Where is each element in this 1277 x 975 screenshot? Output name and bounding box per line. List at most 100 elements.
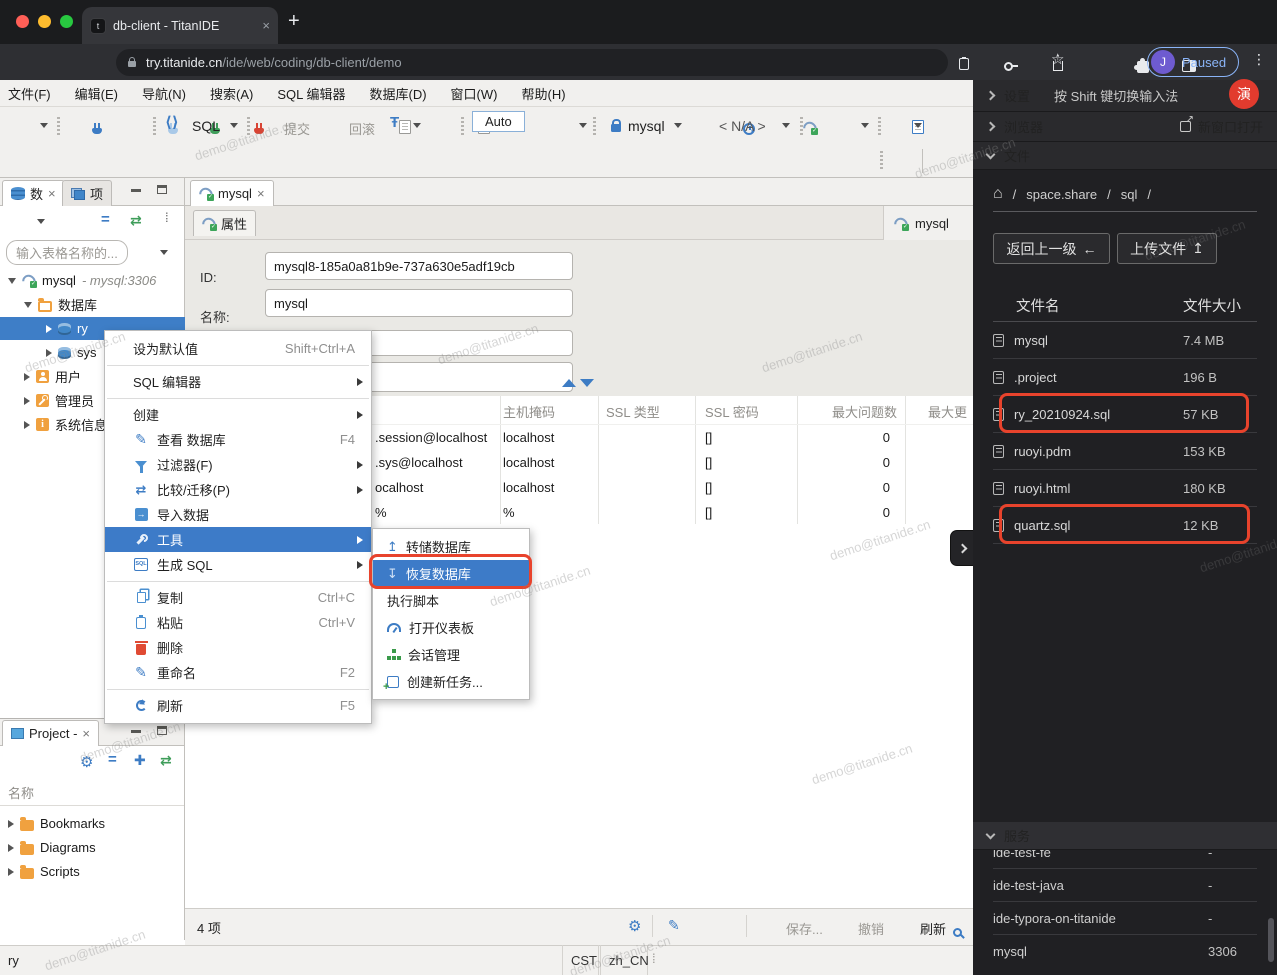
grid-edit-icon[interactable]: ✎ xyxy=(668,917,680,934)
id-field[interactable] xyxy=(265,252,573,280)
file-row-mysql[interactable]: mysql 7.4 MB xyxy=(993,322,1257,359)
browser-kebab-icon[interactable]: ⋮ xyxy=(1252,51,1266,68)
commit-button[interactable]: 提交 xyxy=(284,119,310,138)
menu-item-copy[interactable]: 复制 Ctrl+C xyxy=(105,585,371,610)
grid-cell-host[interactable]: localhost xyxy=(503,455,554,470)
sql-script-icon[interactable]: ⟨⟩ xyxy=(165,113,179,131)
sql-editor-button[interactable]: SQL xyxy=(192,118,220,134)
expander-icon[interactable] xyxy=(24,372,30,381)
tab-databases[interactable]: 数 × xyxy=(2,180,65,206)
project-item-diagrams[interactable]: Diagrams xyxy=(8,836,96,859)
grid-cell-ssl[interactable]: [] xyxy=(705,480,712,495)
tree-connection-row[interactable]: mysql - mysql:3306 xyxy=(8,269,156,292)
tab-close-icon[interactable]: × xyxy=(257,186,265,201)
grid-cell-max[interactable]: 0 xyxy=(830,480,890,495)
tree-databases-folder[interactable]: 数据库 xyxy=(24,293,97,316)
grid-cell-user[interactable]: .sys@localhost xyxy=(375,455,463,470)
key-icon[interactable] xyxy=(1003,59,1018,71)
link-editor-icon[interactable]: ⇄ xyxy=(160,752,172,769)
menu-item-compare-migrate[interactable]: ⇄ 比较/迁移(P) xyxy=(105,477,371,502)
sql-dropdown-icon[interactable] xyxy=(230,123,238,128)
browser-tab[interactable]: t db-client - TitanIDE × xyxy=(82,7,278,44)
profile-button[interactable]: J Paused xyxy=(1147,47,1239,77)
tab-close-icon[interactable]: × xyxy=(48,186,56,201)
menu-item-sql-editor[interactable]: SQL 编辑器 xyxy=(105,369,371,394)
file-row-ry-sql[interactable]: ry_20210924.sql 57 KB xyxy=(993,396,1257,433)
tab-projects[interactable]: 项 xyxy=(62,180,113,206)
transaction-mode-icon[interactable]: Ŧ xyxy=(390,114,399,131)
menu-help[interactable]: 帮助(H) xyxy=(521,84,565,103)
panel-connection-dropdown-icon[interactable] xyxy=(37,219,45,224)
grid-cell-host[interactable]: localhost xyxy=(503,480,554,495)
sidebar-files-row[interactable]: 文件 xyxy=(973,142,1277,170)
service-row[interactable]: ide-typora-on-titanide - xyxy=(993,902,1257,935)
menu-navigate[interactable]: 导航(N) xyxy=(142,84,186,103)
active-connection-select[interactable]: mysql xyxy=(628,118,665,134)
undo-button[interactable]: 撤销 xyxy=(858,919,884,938)
menu-database[interactable]: 数据库(D) xyxy=(370,84,427,103)
tab-close-icon[interactable]: × xyxy=(82,726,90,741)
expand-icon[interactable]: ✚ xyxy=(134,752,146,769)
filter-dropdown-icon[interactable] xyxy=(160,250,168,255)
grid-cell-max[interactable]: 0 xyxy=(830,455,890,470)
grid-cell-user[interactable]: % xyxy=(375,505,387,520)
collapse-all-icon[interactable]: = xyxy=(108,751,117,768)
bookmark-star-icon[interactable]: ☆ xyxy=(1051,50,1064,68)
schema-dropdown-icon[interactable] xyxy=(782,123,790,128)
collapse-all-icon[interactable]: = xyxy=(101,211,110,228)
service-row[interactable]: mysql 3306 xyxy=(993,935,1257,968)
expander-icon[interactable] xyxy=(8,277,16,284)
commit-icon[interactable] xyxy=(398,120,411,134)
minimize-panel-icon[interactable] xyxy=(131,730,141,733)
expander-icon[interactable] xyxy=(8,819,14,828)
disconnect-icon[interactable] xyxy=(253,122,265,136)
minimize-panel-icon[interactable] xyxy=(131,189,141,192)
settings-gear-icon[interactable]: ⚙ xyxy=(80,753,93,771)
new-tab-button[interactable]: + xyxy=(288,11,300,31)
expander-icon[interactable] xyxy=(8,843,14,852)
name-field[interactable] xyxy=(265,289,573,317)
menu-item-delete[interactable]: 删除 xyxy=(105,635,371,660)
splitter-down-icon[interactable] xyxy=(580,379,594,387)
menu-edit[interactable]: 编辑(E) xyxy=(75,84,118,103)
menu-window[interactable]: 窗口(W) xyxy=(451,84,498,103)
connection-dropdown-icon[interactable] xyxy=(674,123,682,128)
breadcrumb-space-share[interactable]: space.share xyxy=(1026,187,1097,202)
search-dropdown-icon[interactable] xyxy=(914,123,922,128)
menu-item-paste[interactable]: 粘贴 Ctrl+V xyxy=(105,610,371,635)
grid-cell-host[interactable]: % xyxy=(503,505,515,520)
status-kebab-icon[interactable]: ⁞ xyxy=(652,951,656,966)
history-dropdown-icon[interactable] xyxy=(579,123,587,128)
upload-file-button[interactable]: 上传文件 ↥ xyxy=(1117,233,1217,264)
menu-item-set-default[interactable]: 设为默认值 Shift+Ctrl+A xyxy=(105,336,371,361)
refresh-button[interactable]: 刷新 xyxy=(920,919,946,938)
tab-project[interactable]: Project - × xyxy=(2,720,99,746)
new-connection-icon[interactable] xyxy=(91,122,103,136)
tasks-dropdown-icon[interactable] xyxy=(861,123,869,128)
menu-sql-editor[interactable]: SQL 编辑器 xyxy=(277,84,345,103)
editor-tab-mysql[interactable]: mysql × xyxy=(190,180,274,206)
file-row-ruoyi-pdm[interactable]: ruoyi.pdm 153 KB xyxy=(993,433,1257,470)
grid-search-icon[interactable] xyxy=(953,927,962,937)
schema-select[interactable]: < N/A > xyxy=(719,118,766,134)
grid-cell-ssl[interactable]: [] xyxy=(705,505,712,520)
grid-cell-ssl[interactable]: [] xyxy=(705,455,712,470)
submenu-item-restore-database[interactable]: ↧ 恢复数据库 xyxy=(373,560,529,587)
grid-cell-host[interactable]: localhost xyxy=(503,430,554,445)
lock-toolbar-icon[interactable] xyxy=(610,118,622,132)
file-row-ruoyi-html[interactable]: ruoyi.html 180 KB xyxy=(993,470,1257,507)
grid-header-ssl-type[interactable]: SSL 类型 xyxy=(606,402,660,421)
grid-settings-icon[interactable]: ⚙ xyxy=(628,917,641,935)
submenu-item-create-task[interactable]: 创建新任务... xyxy=(373,668,529,695)
expander-icon[interactable] xyxy=(24,420,30,429)
sidebar-browser-row[interactable]: 浏览器 新窗口打开 xyxy=(973,112,1277,142)
address-bar[interactable]: try.titanide.cn/ide/web/coding/db-client… xyxy=(116,49,948,76)
sidebar-collapse-handle[interactable] xyxy=(950,530,973,566)
submenu-item-open-dashboard[interactable]: 打开仪表板 xyxy=(373,614,529,641)
menu-item-tools[interactable]: 工具 xyxy=(105,527,371,552)
expander-icon[interactable] xyxy=(24,301,32,308)
zoom-window-button[interactable] xyxy=(60,15,73,28)
grid-header-ssl-cipher[interactable]: SSL 密码 xyxy=(705,402,759,421)
menu-item-rename[interactable]: ✎ 重命名 F2 xyxy=(105,660,371,685)
splitter-up-icon[interactable] xyxy=(562,379,576,387)
